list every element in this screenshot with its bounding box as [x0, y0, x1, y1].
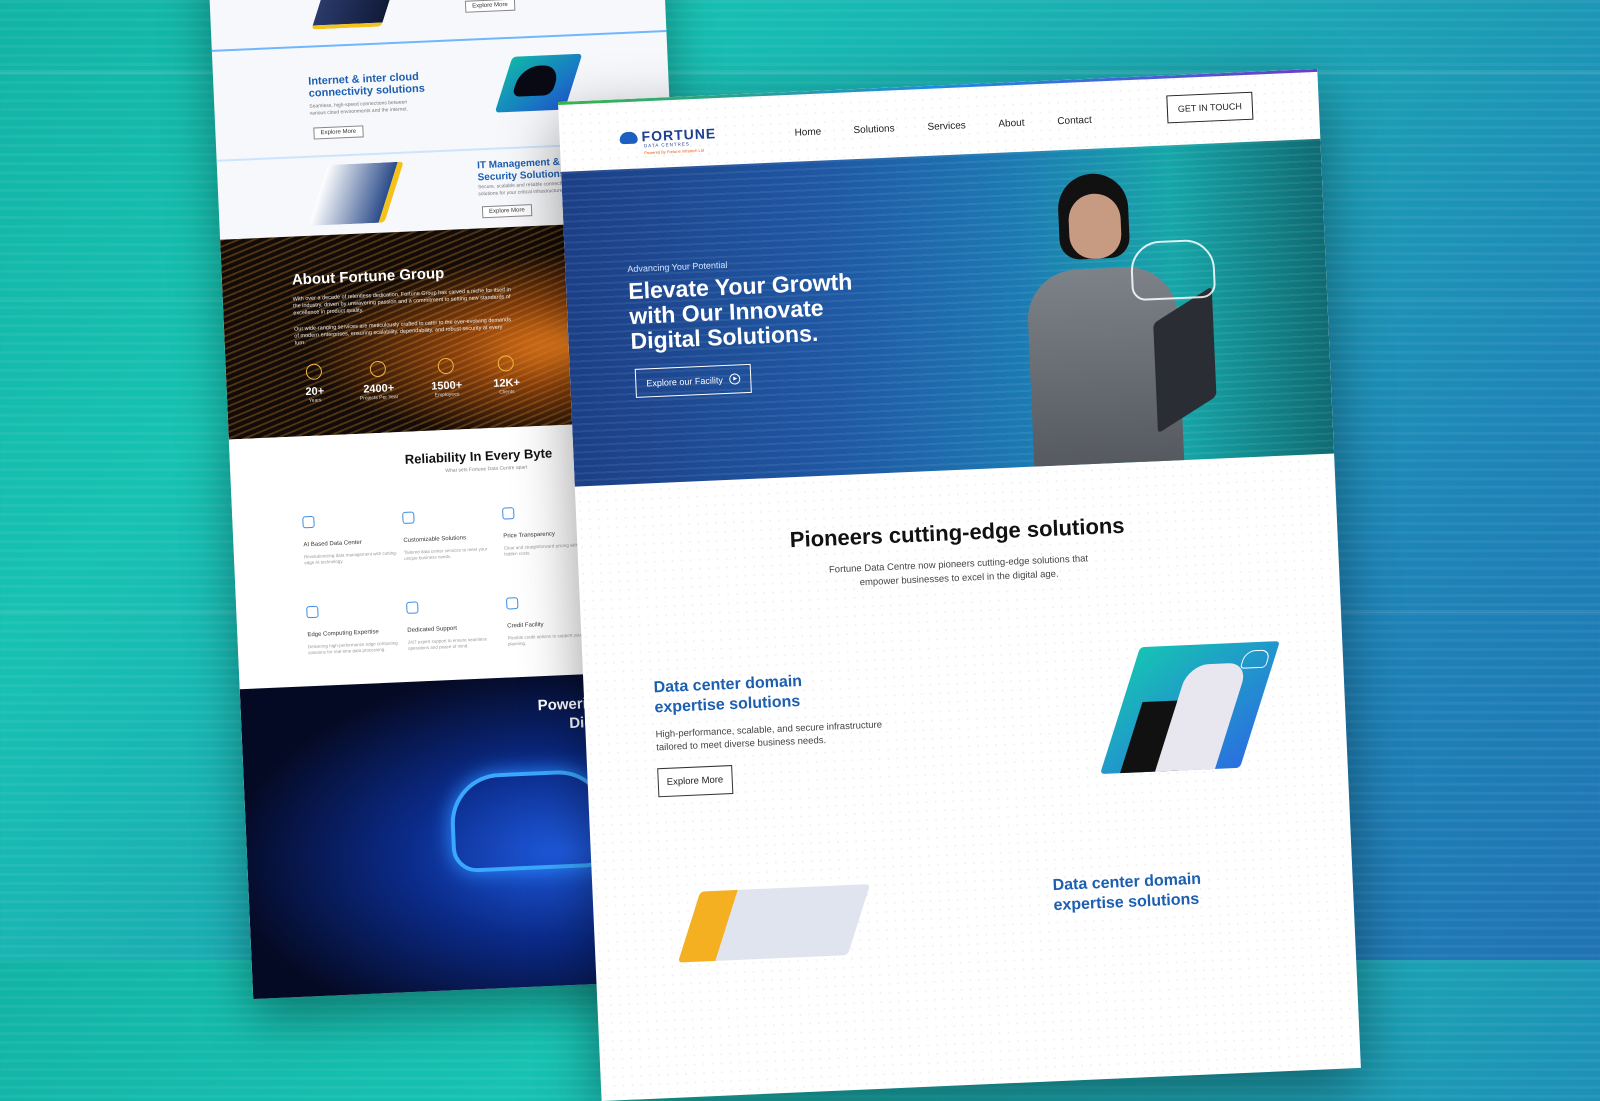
woman-at-laptop-image: [1100, 641, 1280, 774]
get-in-touch-button[interactable]: GET IN TOUCH: [1166, 91, 1254, 124]
hero-title: Elevate Your Growth with Our Innovate Di…: [627, 268, 853, 355]
cloud-icon: [1239, 649, 1272, 669]
feature-card: AI Based Data Center Revolutionizing data…: [302, 512, 399, 566]
cloud-icon: [511, 64, 562, 97]
stat-projects: 2400+ Projects Per Year: [348, 360, 410, 403]
ai-icon: [302, 515, 315, 529]
cloud-outline-icon: [1129, 238, 1217, 302]
nav-home[interactable]: Home: [794, 127, 821, 139]
service-title: Internet & inter cloud connectivity solu…: [308, 70, 426, 100]
stat-employees: 1500+ Employees: [420, 357, 472, 399]
woman-with-laptop-image: [1001, 154, 1224, 472]
explore-facility-button[interactable]: Explore our Facility: [634, 363, 752, 398]
explore-more-button[interactable]: Explore More: [481, 204, 533, 219]
nav-contact[interactable]: Contact: [1057, 115, 1092, 127]
globe-icon: [305, 363, 323, 381]
solution-title: Data center domain expertise solutions: [1052, 870, 1202, 915]
about-para: Our wide-ranging services are meticulous…: [293, 317, 512, 347]
people-icon: [437, 357, 455, 375]
hero-banner: Advancing Your Potential Elevate Your Gr…: [561, 138, 1335, 487]
server-rack-image: [311, 0, 402, 30]
explore-more-button[interactable]: Explore More: [464, 0, 516, 13]
technician-image: [308, 161, 404, 226]
network-icon: [369, 360, 387, 378]
reliability-title: Reliability In Every Byte: [404, 445, 553, 467]
headset-icon: [406, 601, 419, 614]
solution-text: High-performance, scalable, and secure i…: [655, 719, 883, 754]
feature-card: Edge Computing Expertise Delivering high-…: [306, 602, 403, 656]
nav-solutions[interactable]: Solutions: [853, 123, 895, 136]
explore-more-button[interactable]: Explore More: [657, 765, 733, 798]
feature-card: Dedicated Support 24/7 expert support to …: [406, 598, 503, 652]
percent-icon: [505, 597, 519, 610]
front-page-mockup: FORTUNE DATA CENTRES Powered By Fortune …: [558, 68, 1361, 1101]
section-title: Pioneers cutting-edge solutions: [789, 512, 1125, 553]
nav-services[interactable]: Services: [927, 120, 966, 133]
service-text: Seamless, high-speed connections between…: [309, 99, 409, 117]
feature-card: Customizable Solutions Tailored data cent…: [402, 508, 499, 562]
cloud-icon: [448, 768, 611, 874]
handshake-icon: [497, 355, 515, 372]
cloud-logo-icon: [619, 131, 638, 145]
reliability-subtitle: What sets Fortune Data Centre apart: [445, 464, 528, 475]
play-icon: [728, 373, 741, 385]
solutions-section: Pioneers cutting-edge solutions Fortune …: [575, 453, 1361, 1101]
about-title: About Fortune Group: [291, 264, 445, 289]
chip-icon: [306, 605, 319, 619]
explore-more-button[interactable]: Explore More: [313, 125, 364, 140]
nav-about[interactable]: About: [998, 118, 1025, 130]
search-icon: [502, 507, 515, 520]
stat-clients: 12K+ Clients: [485, 355, 527, 397]
server-rack-image: [677, 884, 871, 963]
section-lead: Fortune Data Centre now pioneers cutting…: [828, 553, 1089, 589]
hero-eyebrow: Advancing Your Potential: [627, 259, 728, 275]
about-para: With over a decade of relentless dedicat…: [292, 287, 511, 317]
settings-icon: [402, 511, 415, 525]
stat-years: 20+ Years: [294, 363, 336, 405]
solution-title: Data center domain expertise solutions: [653, 672, 803, 717]
